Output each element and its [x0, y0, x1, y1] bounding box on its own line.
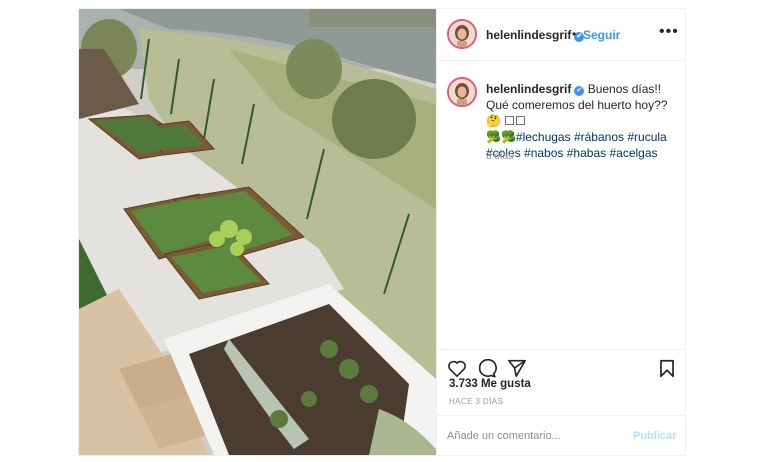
likes-count[interactable]: 3.733 Me gusta — [449, 378, 531, 390]
follow-button[interactable]: Seguir — [583, 28, 620, 42]
post-sidebar: helenlindesgrif ✔ • Seguir ••• helenlinde… — [436, 9, 686, 456]
header-username[interactable]: helenlindesgrif ✔ — [486, 28, 585, 42]
caption-emojis: 🥦🥦 — [486, 130, 516, 144]
hashtag-link[interactable]: #acelgas — [609, 146, 657, 160]
action-bar — [437, 349, 686, 380]
comment-input[interactable] — [447, 428, 622, 444]
hashtag-link[interactable]: #rucula — [627, 130, 666, 144]
comment-bar: Publicar — [437, 415, 686, 456]
hashtag-link[interactable]: #lechugas — [516, 130, 571, 144]
caption-avatar[interactable] — [447, 77, 477, 107]
post-header: helenlindesgrif ✔ • Seguir ••• — [437, 9, 686, 61]
hashtag-link[interactable]: #rábanos — [574, 130, 624, 144]
bookmark-icon[interactable] — [659, 359, 675, 383]
garden-photo-image — [79, 9, 436, 455]
follow-separator: • — [572, 27, 577, 41]
more-options-icon[interactable]: ••• — [659, 23, 679, 41]
hashtag-link[interactable]: #nabos — [524, 146, 563, 160]
avatar-icon — [449, 79, 475, 105]
instagram-post: helenlindesgrif ✔ • Seguir ••• helenlinde… — [78, 8, 686, 456]
caption-username[interactable]: helenlindesgrif — [486, 82, 571, 96]
verified-badge-icon: ✔ — [574, 86, 585, 96]
caption-text: helenlindesgrif ✔ Buenos días!! Qué comer… — [486, 81, 681, 161]
hashtag-link[interactable]: #habas — [567, 146, 606, 160]
post-photo[interactable] — [79, 9, 436, 455]
publish-button[interactable]: Publicar — [633, 430, 676, 442]
profile-avatar[interactable] — [447, 19, 477, 49]
post-date: HACE 3 DÍAS — [449, 397, 504, 406]
avatar-icon — [449, 21, 475, 47]
username-text[interactable]: helenlindesgrif — [486, 28, 571, 42]
caption-time: 3 días — [486, 151, 514, 162]
